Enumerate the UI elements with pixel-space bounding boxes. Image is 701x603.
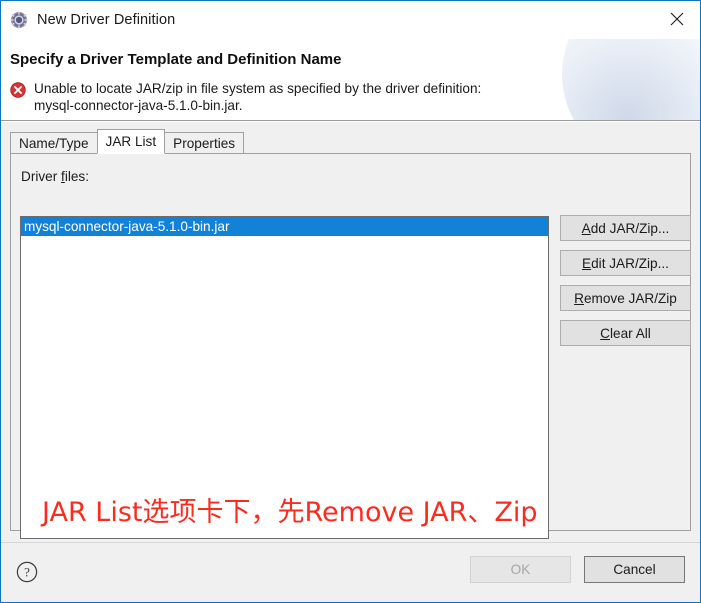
driver-gear-icon [10,11,28,29]
edit-jar-zip-label: dit JAR/Zip... [591,255,669,271]
cancel-button[interactable]: Cancel [584,556,685,583]
edit-jar-zip-mnemonic: E [582,255,592,271]
clear-all-mnemonic: C [600,325,610,341]
add-jar-zip-mnemonic: A [581,220,591,236]
title-bar: New Driver Definition [1,1,700,39]
jar-actions-button-group: Add JAR/Zip... Edit JAR/Zip... Remove JA… [560,215,691,355]
annotation-text: JAR List选项卡下，先Remove JAR、Zip [42,497,538,528]
tab-strip: Name/Type JAR List Properties [10,129,245,154]
page-title: Specify a Driver Template and Definition… [10,51,342,68]
status-message-text: Unable to locate JAR/zip in file system … [34,81,482,113]
add-jar-zip-label: dd JAR/Zip... [590,220,670,236]
list-item[interactable]: mysql-connector-java-5.1.0-bin.jar [21,217,548,236]
status-message: Unable to locate JAR/zip in file system … [10,80,650,114]
close-icon[interactable] [654,1,700,37]
tab-jar-list[interactable]: JAR List [96,129,166,154]
dialog-footer: ? OK Cancel [1,543,700,602]
tab-properties[interactable]: Properties [164,132,245,154]
ok-button[interactable]: OK [470,556,571,583]
svg-text:?: ? [24,565,30,580]
driver-files-label-prefix: Driver [21,169,62,184]
driver-files-label: Driver files: [21,169,89,184]
remove-jar-zip-button[interactable]: Remove JAR/Zip [560,285,691,311]
window-title: New Driver Definition [37,12,176,28]
remove-jar-zip-mnemonic: R [574,290,584,306]
tab-name-type[interactable]: Name/Type [10,132,98,154]
remove-jar-zip-label: emove JAR/Zip [583,290,677,306]
driver-files-label-suffix: iles: [64,169,89,184]
new-driver-definition-dialog: New Driver Definition Specify a Driver T… [0,0,701,603]
help-icon[interactable]: ? [15,560,39,584]
error-icon [10,82,26,98]
clear-all-button[interactable]: Clear All [560,320,691,346]
dialog-content: Name/Type JAR List Properties Driver fil… [1,122,700,542]
wizard-header: Specify a Driver Template and Definition… [1,39,700,121]
add-jar-zip-button[interactable]: Add JAR/Zip... [560,215,691,241]
clear-all-label: lear All [610,325,651,341]
jar-list-panel: Driver files: mysql-connector-java-5.1.0… [10,153,691,539]
edit-jar-zip-button[interactable]: Edit JAR/Zip... [560,250,691,276]
